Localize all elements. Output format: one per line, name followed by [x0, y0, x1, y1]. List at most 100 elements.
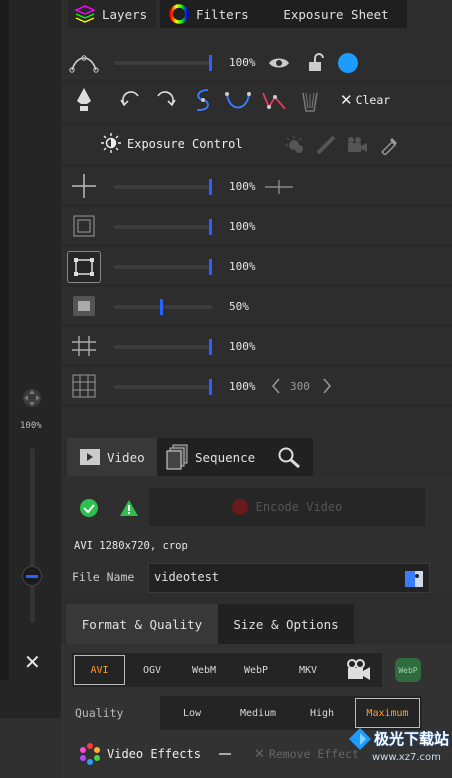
sequence-icon — [166, 444, 188, 470]
tab-format-quality[interactable]: Format & Quality — [66, 604, 218, 644]
clear-button-label: Clear — [355, 93, 391, 107]
guide-slider-knob[interactable] — [209, 339, 212, 355]
search-tab[interactable] — [265, 438, 313, 476]
arc-curve-icon[interactable] — [224, 88, 252, 114]
guide-slider-4[interactable] — [114, 305, 212, 309]
crosshair-style-icon[interactable] — [265, 177, 293, 197]
clear-button[interactable]: ✕ Clear — [340, 90, 400, 110]
guide-slider-3[interactable] — [114, 265, 212, 269]
watermark-logo-icon — [347, 726, 373, 752]
quality-high[interactable]: High — [292, 698, 352, 728]
sidebar-close-icon[interactable]: ✕ — [24, 650, 41, 674]
watermark-site: www.xz7.com — [372, 752, 441, 763]
file-name-input[interactable]: videotest — [148, 563, 430, 593]
tab-filters[interactable]: Filters — [160, 0, 265, 28]
file-name-value: videotest — [154, 570, 220, 584]
remove-effect-label: Remove Effect — [268, 747, 359, 761]
tab-layers[interactable]: Layers — [68, 0, 156, 28]
polyline-icon[interactable] — [260, 88, 288, 112]
sidebar-zoom-track[interactable] — [30, 448, 35, 623]
guide-slider-1[interactable] — [114, 185, 212, 189]
tab-exposure-sheet-label: Exposure Sheet — [283, 6, 389, 22]
tab-size-options-label: Size & Options — [233, 616, 339, 632]
large-grid-icon[interactable] — [70, 373, 98, 399]
check-icon[interactable] — [79, 498, 99, 518]
guide-slider-6[interactable] — [114, 385, 212, 389]
finder-icon[interactable] — [403, 567, 425, 592]
tab-sequence[interactable]: Sequence — [157, 438, 265, 476]
format-webm[interactable]: WebM — [179, 655, 229, 685]
sidebar-zoom-value: 100% — [20, 421, 42, 431]
opacity-slider-knob[interactable] — [209, 55, 212, 71]
format-mkv[interactable]: MKV — [283, 655, 333, 685]
chevron-right-icon[interactable] — [320, 376, 334, 396]
video-icon — [80, 449, 100, 465]
video-camera-icon[interactable] — [343, 657, 375, 683]
tab-video[interactable]: Video — [67, 438, 157, 476]
quality-maximum[interactable]: Maximum — [355, 698, 420, 728]
guide-value-2: 100% — [229, 220, 256, 233]
opacity-value: 100% — [229, 56, 256, 69]
onion-skin-icon[interactable] — [283, 134, 307, 156]
mask-icon[interactable] — [70, 293, 98, 319]
exposure-control-button[interactable]: Exposure Control — [101, 132, 246, 156]
quality-label: Quality — [75, 706, 124, 720]
effects-palette-icon — [80, 743, 100, 765]
safe-frame-icon[interactable] — [70, 213, 98, 239]
guide-slider-knob[interactable] — [209, 179, 212, 195]
tab-video-label: Video — [107, 449, 145, 465]
format-avi[interactable]: AVI — [74, 655, 125, 685]
guide-slider-knob[interactable] — [209, 219, 212, 235]
webp-badge[interactable]: WebP — [395, 658, 421, 682]
tab-exposure-sheet[interactable]: Exposure Sheet — [265, 0, 407, 28]
grid-size-value: 300 — [290, 380, 310, 393]
record-icon — [231, 499, 248, 515]
guide-slider-knob[interactable] — [160, 299, 163, 315]
color-picker-icon[interactable] — [378, 134, 402, 156]
guide-value-5: 100% — [229, 340, 256, 353]
guide-value-1: 100% — [229, 180, 256, 193]
curve-path-icon[interactable] — [68, 50, 100, 76]
remove-x-icon: ✕ — [254, 746, 265, 762]
s-curve-icon[interactable] — [190, 86, 216, 114]
encode-video-button[interactable]: Encode Video — [149, 488, 425, 526]
exposure-control-label: Exposure Control — [127, 137, 243, 151]
paint-stroke-icon[interactable] — [315, 134, 339, 156]
chevron-left-icon[interactable] — [269, 376, 283, 396]
redo-icon[interactable] — [154, 88, 178, 110]
warning-icon[interactable] — [118, 498, 140, 518]
search-icon — [278, 447, 300, 468]
eye-icon[interactable] — [267, 54, 291, 72]
tab-size-options[interactable]: Size & Options — [218, 604, 354, 644]
camera-icon[interactable] — [346, 134, 370, 156]
small-grid-icon[interactable] — [70, 333, 98, 359]
quality-medium[interactable]: Medium — [226, 698, 290, 728]
tab-filters-label: Filters — [196, 6, 249, 22]
video-effects-button[interactable]: Video Effects — [78, 742, 202, 766]
crosshair-icon[interactable] — [70, 173, 98, 199]
brightness-icon — [101, 132, 121, 156]
format-ogv[interactable]: OGV — [127, 655, 177, 685]
layer-color-dot[interactable] — [338, 53, 358, 73]
format-webp[interactable]: WebP — [231, 655, 281, 685]
unlock-icon[interactable] — [306, 52, 326, 74]
sidebar-nav-icon[interactable] — [20, 386, 44, 410]
guide-slider-knob[interactable] — [209, 259, 212, 275]
undo-icon[interactable] — [118, 88, 142, 110]
guide-slider-2[interactable] — [114, 225, 212, 229]
quality-low[interactable]: Low — [162, 698, 222, 728]
trash-bin-icon[interactable] — [298, 88, 322, 114]
encode-video-label: Encode Video — [255, 500, 343, 514]
guide-value-3: 100% — [229, 260, 256, 273]
guide-slider-5[interactable] — [114, 345, 212, 349]
frame-corners-icon[interactable] — [67, 251, 101, 283]
color-wheel-icon — [169, 4, 189, 24]
tab-layers-label: Layers — [102, 6, 148, 22]
pen-tool-icon[interactable] — [72, 86, 96, 114]
layers-icon — [74, 5, 96, 23]
opacity-slider[interactable] — [114, 61, 212, 65]
sidebar-zoom-handle[interactable] — [22, 566, 42, 586]
clear-x-icon: ✕ — [340, 91, 353, 109]
guide-slider-knob[interactable] — [209, 379, 212, 395]
tab-format-quality-label: Format & Quality — [81, 616, 203, 632]
